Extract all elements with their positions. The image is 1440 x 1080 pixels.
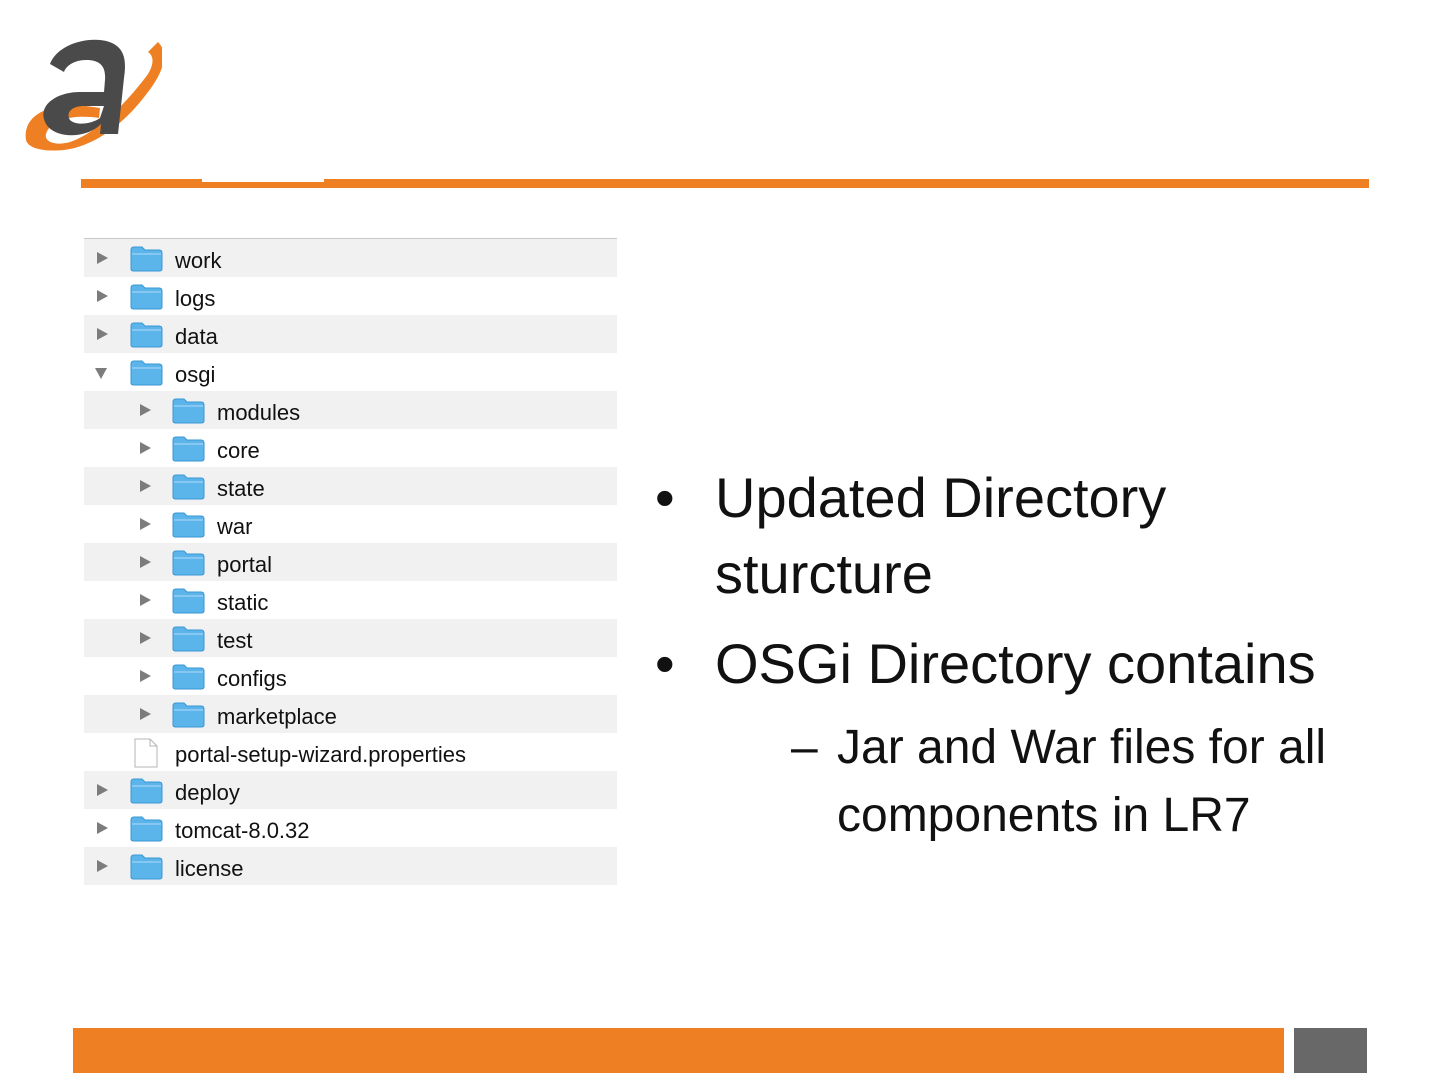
tree-row-work[interactable]: work [84,239,617,277]
tree-item-label: modules [217,400,301,425]
disclosure-triangle-icon[interactable] [140,556,151,568]
disclosure-triangle-icon[interactable] [140,632,151,644]
tree-item-label: test [217,628,253,653]
tree-row-logs[interactable]: logs [84,277,617,315]
tree-row-marketplace[interactable]: marketplace [84,695,617,733]
bullet-item: • OSGi Directory contains – Jar and War … [655,626,1375,850]
tree-item-label: configs [217,666,287,691]
tree-row-portal[interactable]: portal [84,543,617,581]
tree-item-label: portal-setup-wizard.properties [175,742,467,767]
tree-item-label: license [175,856,244,881]
tree-item-label: logs [175,286,216,311]
sub-bullet-text: Jar and War files for all components in … [837,721,1327,842]
folder-icon [172,588,205,614]
folder-icon [172,474,205,500]
disclosure-triangle-expanded-icon[interactable] [95,368,107,379]
disclosure-triangle-icon[interactable] [97,860,108,872]
tree-row-static[interactable]: static [84,581,617,619]
title-underline-notch [202,179,324,182]
sub-bullet-item: – Jar and War files for all components i… [715,714,1375,850]
tree-row-deploy[interactable]: deploy [84,771,617,809]
disclosure-triangle-icon[interactable] [140,670,151,682]
disclosure-triangle-icon[interactable] [97,290,108,302]
tree-row-war[interactable]: war [84,505,617,543]
tree-row-tomcat[interactable]: tomcat-8.0.32 [84,809,617,847]
document-icon [134,738,158,768]
tree-item-label: tomcat-8.0.32 [175,818,310,843]
footer-bar [73,1028,1284,1073]
tree-row-osgi[interactable]: osgi [84,353,617,391]
tree-row-portal-setup-wizard[interactable]: portal-setup-wizard.properties [84,733,617,771]
file-browser-tree: work logs data osgi modules core state w… [84,238,617,885]
tree-item-label: osgi [175,362,216,387]
disclosure-triangle-icon[interactable] [140,708,151,720]
logo-letter-a [43,39,125,136]
disclosure-triangle-icon[interactable] [97,822,108,834]
folder-icon [130,778,163,804]
tree-item-label: data [175,324,218,349]
folder-icon [130,360,163,386]
folder-icon [172,626,205,652]
sub-bullet-glyph: – [791,721,818,774]
brand-logo [25,39,162,151]
tree-item-label: marketplace [217,704,337,729]
folder-icon [172,702,205,728]
bullet-text: OSGi Directory contains [715,632,1316,695]
disclosure-triangle-icon[interactable] [140,442,151,454]
folder-icon [130,816,163,842]
tree-item-label: portal [217,552,273,577]
disclosure-triangle-icon[interactable] [140,518,151,530]
folder-icon [172,398,205,424]
tree-item-label: core [217,438,260,463]
tree-item-label: state [217,476,265,501]
tree-row-license[interactable]: license [84,847,617,885]
slide-bullets: • Updated Directory sturcture • OSGi Dir… [655,460,1375,864]
tree-row-modules[interactable]: modules [84,391,617,429]
folder-icon [130,284,163,310]
tree-row-configs[interactable]: configs [84,657,617,695]
bullet-glyph: • [655,632,675,695]
folder-icon [172,512,205,538]
bullet-text: Updated Directory sturcture [715,466,1167,605]
tree-row-core[interactable]: core [84,429,617,467]
disclosure-triangle-icon[interactable] [140,594,151,606]
disclosure-triangle-icon[interactable] [140,480,151,492]
tree-item-label: war [217,514,253,539]
folder-icon [130,854,163,880]
disclosure-triangle-icon[interactable] [97,784,108,796]
tree-item-label: work [175,248,222,273]
bullet-item: • Updated Directory sturcture [655,460,1375,612]
tree-item-label: deploy [175,780,240,805]
folder-icon [130,322,163,348]
tree-row-state[interactable]: state [84,467,617,505]
tree-item-label: static [217,590,269,615]
disclosure-triangle-icon[interactable] [97,252,108,264]
folder-icon [172,664,205,690]
folder-icon [172,550,205,576]
disclosure-triangle-icon[interactable] [140,404,151,416]
folder-icon [130,246,163,272]
tree-row-test[interactable]: test [84,619,617,657]
folder-icon [172,436,205,462]
disclosure-triangle-icon[interactable] [97,328,108,340]
tree-row-data[interactable]: data [84,315,617,353]
bullet-glyph: • [655,466,675,529]
footer-page-box [1294,1028,1367,1073]
